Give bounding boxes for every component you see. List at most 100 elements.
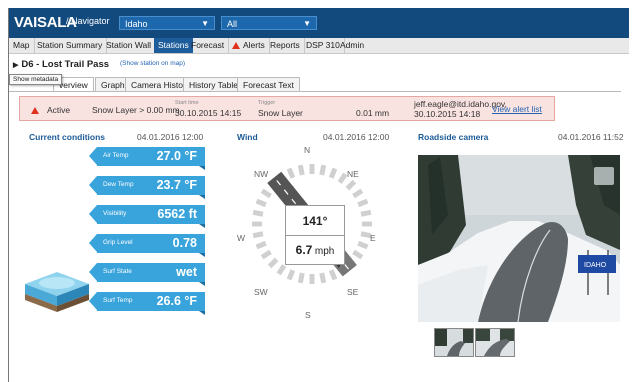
compass-nw: NW [254,169,269,179]
subtab-history-table[interactable]: History Table [183,77,244,92]
tab-alerts[interactable]: Alerts [228,38,270,53]
compass-tick [286,167,296,179]
compass-tick [260,188,272,199]
compass-tick [357,198,369,208]
wind-speed-unit: mph [314,246,335,257]
subtab-forecast-text[interactable]: Forecast Text [237,77,300,92]
camera-thumbnail-1[interactable] [434,328,474,357]
wind-readout: 141° 6.7 mph [285,205,345,265]
tab-reports[interactable]: Reports [266,38,305,53]
tab-station-summary[interactable]: Station Summary [33,38,108,53]
compass-tick [252,209,264,217]
region-select[interactable]: Idaho ▼ [119,16,215,30]
alert-user-time: 30.10.2015 14:18 [414,109,481,119]
tab-station-wall[interactable]: Station Wall [102,38,157,53]
view-alert-list-link[interactable]: View alert list [492,104,542,114]
chevron-down-icon: ▼ [201,19,209,28]
station-name: D6 - Lost Trail Pass [21,59,110,70]
metric-label: Air Temp [103,152,129,159]
start-time-value: 30.10.2015 14:15 [175,108,242,118]
tab-admin[interactable]: Admin [336,38,368,53]
metric-visibility[interactable]: Visibility 6562 ft [89,205,205,228]
trigger-label: Trigger [258,100,276,106]
tab-forecast[interactable]: Forecast [187,38,230,53]
header-bar: VAISALA / Navigator Idaho ▼ All ▼ [9,8,629,38]
app-window: VAISALA / Navigator Idaho ▼ All ▼ Map St… [8,8,629,382]
compass-tick [337,172,348,184]
compass-tick [319,164,327,176]
alert-icon [31,105,42,115]
wind-speed-value: 6.7 [295,243,313,257]
show-metadata-tooltip: Show metadata [9,74,63,85]
navigator-breadcrumb: / Navigator [66,16,110,26]
compass-n: N [304,145,311,155]
metric-value: 0.78 [172,236,197,250]
main-nav: Map Station Summary Station Wall Station… [9,38,629,54]
compass-ne: NE [347,169,359,179]
compass-tick [260,249,272,260]
subtab-divider [9,91,621,92]
metric-value: wet [176,265,197,279]
thumbnail-image [476,329,514,356]
current-conditions-title: Current conditions [29,132,106,142]
roadside-camera-image[interactable]: IDAHO [418,155,620,322]
expand-triangle-icon: ▶ [13,62,19,69]
metric-label: Surf State [103,268,132,275]
filter-select[interactable]: All ▼ [221,16,317,30]
compass-tick [255,240,267,250]
metric-label: Visibility [103,210,127,217]
compass-tick [360,209,372,217]
metric-grip-level[interactable]: Grip Level 0.78 [89,234,205,257]
compass-tick [297,164,305,176]
filter-select-value: All [227,19,238,29]
metric-value: 26.6 °F [156,294,197,308]
alert-condition: Snow Layer > 0.00 mm [92,105,180,115]
compass-tick [267,257,279,269]
metric-dew-temp[interactable]: Dew Temp 23.7 °F [89,176,205,199]
metric-value: 6562 ft [157,207,197,221]
compass-tick [252,231,264,239]
metric-surf-state[interactable]: Surf State wet [89,263,205,286]
metric-label: Grip Level [103,239,133,246]
wind-date: 04.01.2016 12:00 [323,132,390,142]
compass-tick [328,167,338,179]
road-surface-icon [25,272,89,312]
metric-value: 27.0 °F [156,149,197,163]
metric-air-temp[interactable]: Air Temp 27.0 °F [89,147,205,170]
compass-tick [352,188,364,199]
compass-tick [276,264,287,276]
thumbnail-image [435,329,473,356]
trigger-value: Snow Layer [258,108,303,118]
compass-se: SE [347,287,359,297]
alert-triangle-icon [232,42,240,49]
alert-bar: Active Snow Layer > 0.00 mm Start time 3… [19,96,555,121]
show-station-on-map-link[interactable]: (Show station on map) [120,60,185,67]
compass-s: S [305,310,311,320]
camera-sign-text: IDAHO [584,262,607,269]
metric-label: Dew Temp [103,181,134,188]
roadside-camera-date: 04.01.2016 11:52 [558,132,624,142]
compass-tick [297,272,305,284]
compass-tick [319,272,327,284]
tab-alerts-label: Alerts [243,40,265,50]
trigger-amount: 0.01 mm [356,108,390,118]
metric-label: Surf Temp [103,297,133,304]
subtab-overview-label: verview [59,80,88,90]
compass-tick [328,269,338,281]
current-conditions-date: 04.01.2016 12:00 [137,132,204,142]
roadside-camera-title: Roadside camera [418,132,489,142]
compass-w: W [237,233,246,243]
compass-tick [357,240,369,250]
compass-sw: SW [254,287,268,297]
region-select-value: Idaho [125,19,148,29]
compass-tick [286,269,296,281]
camera-thumbnail-2[interactable] [475,328,515,357]
compass-e: E [370,233,376,243]
metric-surf-temp[interactable]: Surf Temp 26.6 °F [89,292,205,315]
station-title[interactable]: ▶ D6 - Lost Trail Pass [13,59,109,70]
tab-map[interactable]: Map [9,38,35,53]
alert-status: Active [47,105,71,115]
compass-tick [255,198,267,208]
compass-tick [345,179,357,191]
chevron-down-icon: ▼ [303,19,311,28]
